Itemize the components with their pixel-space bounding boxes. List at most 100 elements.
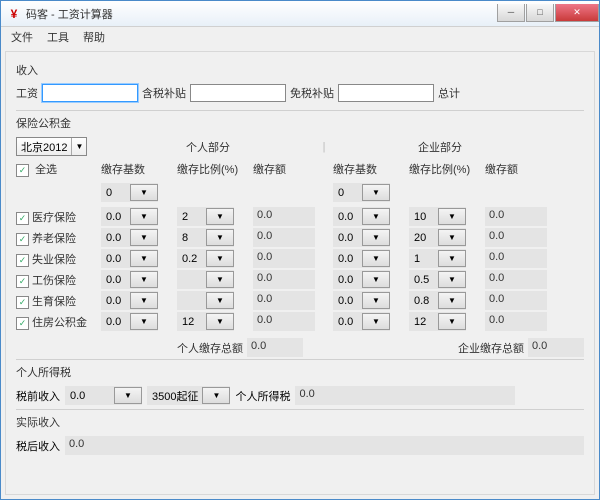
insurance-row: ✓医疗保险0.0▼2▼0.00.0▼10▼0.0: [16, 206, 584, 227]
personal-base-select[interactable]: 0.0▼: [101, 312, 158, 331]
salary-label: 工资: [16, 85, 38, 101]
chevron-down-icon: ▼: [362, 229, 390, 246]
net-income-value: 0.0: [65, 436, 584, 455]
row-checkbox[interactable]: ✓: [16, 212, 29, 225]
company-rate-select[interactable]: 20▼: [409, 228, 466, 247]
close-button[interactable]: ✕: [555, 4, 599, 22]
personal-rate-select[interactable]: 12▼: [177, 312, 234, 331]
tax-amount-label: 个人所得税: [235, 388, 290, 404]
personal-amount: 0.0: [253, 312, 315, 331]
row-checkbox[interactable]: ✓: [16, 233, 29, 246]
chevron-down-icon: ▼: [362, 292, 390, 309]
personal-base-select[interactable]: 0.0▼: [101, 270, 158, 289]
pretax-label: 税前收入: [16, 388, 60, 404]
titlebar[interactable]: ¥ 码客 - 工资计算器 ─ □ ✕: [1, 1, 599, 27]
chevron-down-icon: ▼: [130, 292, 158, 309]
chevron-down-icon: ▼: [130, 208, 158, 225]
personal-total-value: 0.0: [247, 338, 303, 357]
insurance-row: ✓失业保险0.0▼0.2▼0.00.0▼1▼0.0: [16, 248, 584, 269]
personal-rate-select[interactable]: 8▼: [177, 228, 234, 247]
chevron-down-icon: ▼: [130, 229, 158, 246]
company-rate-select[interactable]: 10▼: [409, 207, 466, 226]
personal-rate-select[interactable]: 0.2▼: [177, 249, 234, 268]
chevron-down-icon: ▼: [206, 229, 234, 246]
personal-base-select[interactable]: 0.0▼: [101, 291, 158, 310]
company-rate-select[interactable]: 0.8▼: [409, 291, 466, 310]
company-total-value: 0.0: [528, 338, 584, 357]
chevron-down-icon: ▼: [362, 250, 390, 267]
personal-rate-select[interactable]: ▼: [177, 291, 234, 310]
personal-base-select[interactable]: 0.0▼: [101, 249, 158, 268]
company-base-select[interactable]: 0.0▼: [333, 270, 390, 289]
insurance-section-label: 保险公积金: [16, 115, 584, 131]
app-icon: ¥: [7, 7, 21, 21]
chevron-down-icon: ▼: [130, 184, 158, 201]
personal-header-base-select[interactable]: 0▼: [101, 183, 158, 202]
chevron-down-icon: ▼: [206, 313, 234, 330]
chevron-down-icon: ▼: [114, 387, 142, 404]
personal-amount: 0.0: [253, 207, 315, 226]
taxable-allowance-input[interactable]: [190, 84, 286, 102]
chevron-down-icon: ▼: [438, 292, 466, 309]
region-value: 北京2012: [17, 139, 71, 155]
chevron-down-icon: ▼: [438, 250, 466, 267]
row-checkbox[interactable]: ✓: [16, 254, 29, 267]
menu-file[interactable]: 文件: [5, 27, 39, 47]
company-base-select[interactable]: 0.0▼: [333, 291, 390, 310]
select-all-checkbox[interactable]: ✓: [16, 164, 29, 177]
insurance-row: ✓住房公积金0.0▼12▼0.00.0▼12▼0.0: [16, 311, 584, 332]
menu-tool[interactable]: 工具: [41, 27, 75, 47]
minimize-button[interactable]: ─: [497, 4, 525, 22]
chevron-down-icon: ▼: [71, 138, 86, 155]
menu-help[interactable]: 帮助: [77, 27, 111, 47]
company-base-select[interactable]: 0.0▼: [333, 207, 390, 226]
company-amount: 0.0: [485, 291, 547, 310]
company-rate-select[interactable]: 12▼: [409, 312, 466, 331]
row-name: 生育保险: [32, 296, 76, 308]
app-window: ¥ 码客 - 工资计算器 ─ □ ✕ 文件 工具 帮助 收入 工资 含税补贴 免…: [0, 0, 600, 500]
company-base-select[interactable]: 0.0▼: [333, 228, 390, 247]
personal-base-select[interactable]: 0.0▼: [101, 207, 158, 226]
pretax-select[interactable]: 0.0▼: [65, 386, 142, 405]
company-amount: 0.0: [485, 270, 547, 289]
chevron-down-icon: ▼: [206, 271, 234, 288]
personal-rate-select[interactable]: ▼: [177, 270, 234, 289]
chevron-down-icon: ▼: [206, 250, 234, 267]
company-rate-select[interactable]: 0.5▼: [409, 270, 466, 289]
company-base-select[interactable]: 0.0▼: [333, 312, 390, 331]
header-rate-company: 缴存比例(%): [409, 161, 485, 177]
header-base-personal: 缴存基数: [101, 161, 177, 177]
personal-amount: 0.0: [253, 270, 315, 289]
chevron-down-icon: ▼: [206, 292, 234, 309]
company-rate-select[interactable]: 1▼: [409, 249, 466, 268]
tax-section-label: 个人所得税: [16, 364, 584, 380]
row-checkbox[interactable]: ✓: [16, 317, 29, 330]
select-all-label: 全选: [35, 164, 57, 176]
company-header-base-select[interactable]: 0▼: [333, 183, 390, 202]
personal-rate-select[interactable]: 2▼: [177, 207, 234, 226]
chevron-down-icon: ▼: [362, 271, 390, 288]
header-base-company: 缴存基数: [333, 161, 409, 177]
personal-part-header: 个人部分: [101, 139, 315, 155]
divider: [16, 359, 584, 360]
chevron-down-icon: ▼: [130, 271, 158, 288]
row-checkbox[interactable]: ✓: [16, 296, 29, 309]
personal-amount: 0.0: [253, 228, 315, 247]
chevron-down-icon: ▼: [438, 313, 466, 330]
chevron-down-icon: ▼: [438, 208, 466, 225]
company-base-select[interactable]: 0.0▼: [333, 249, 390, 268]
divider: [16, 110, 584, 111]
net-section-label: 实际收入: [16, 414, 584, 430]
row-name: 医疗保险: [32, 212, 76, 224]
row-name: 工伤保险: [32, 275, 76, 287]
threshold-select[interactable]: 3500起征▼: [147, 386, 230, 405]
exempt-allowance-input[interactable]: [338, 84, 434, 102]
chevron-down-icon: ▼: [362, 208, 390, 225]
salary-input[interactable]: [42, 84, 138, 102]
taxable-allowance-label: 含税补贴: [142, 85, 186, 101]
maximize-button[interactable]: □: [526, 4, 554, 22]
header-amount-personal: 缴存额: [253, 161, 315, 177]
row-checkbox[interactable]: ✓: [16, 275, 29, 288]
region-select[interactable]: 北京2012 ▼: [16, 137, 87, 156]
personal-base-select[interactable]: 0.0▼: [101, 228, 158, 247]
